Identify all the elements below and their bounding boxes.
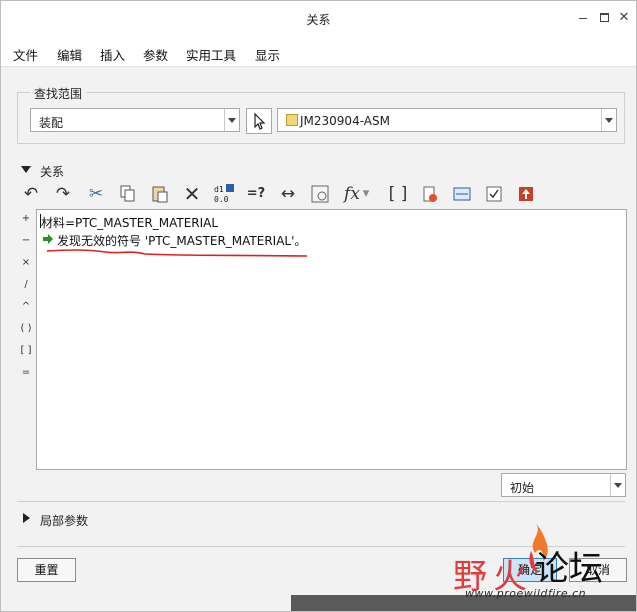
expand-triangle-icon	[23, 513, 30, 523]
units-icon	[453, 187, 471, 201]
reset-button[interactable]: 重置	[17, 558, 76, 582]
chevron-down-icon: ▾	[362, 186, 370, 201]
maximize-icon	[600, 13, 609, 22]
svg-text:d1: d1	[214, 185, 224, 194]
maximize-button[interactable]	[597, 10, 613, 26]
menu-file[interactable]: 文件	[13, 45, 38, 64]
relations-editor[interactable]: 材料=PTC_MASTER_MATERIAL 发现无效的符号 'PTC_MAST…	[36, 209, 627, 470]
watermark-char-1: 野	[453, 557, 487, 597]
chevron-down-icon	[224, 109, 239, 131]
operator-parentheses[interactable]: ( )	[17, 323, 35, 334]
svg-text:0.0: 0.0	[214, 195, 229, 204]
status-select[interactable]: 初始	[501, 473, 626, 497]
red-annotation-underline	[46, 249, 308, 257]
assembly-icon	[286, 114, 298, 126]
menu-utilities[interactable]: 实用工具	[186, 45, 236, 64]
cut-button[interactable]: ✂	[84, 181, 108, 207]
operator-power[interactable]: ^	[17, 301, 35, 312]
undo-button[interactable]: ↶	[19, 181, 43, 207]
redo-button[interactable]: ↷	[51, 181, 75, 207]
section-divider	[17, 501, 625, 502]
background-strip	[291, 595, 636, 611]
cancel-button[interactable]: 取消	[569, 558, 627, 582]
scope-select-value: 装配	[39, 116, 64, 130]
sort-icon: d10.0	[214, 184, 234, 204]
cut-icon: ✂	[88, 184, 104, 204]
title-bar[interactable]: 关系 ✕	[1, 1, 636, 37]
local-params-label: 局部参数	[40, 514, 89, 528]
measure-icon: ↔	[280, 184, 296, 204]
paste-button[interactable]	[148, 181, 172, 207]
menu-bar: 文件 编辑 插入 参数 实用工具 显示	[1, 37, 636, 67]
collapse-triangle-icon	[21, 166, 31, 173]
close-icon: ✕	[618, 10, 630, 25]
verify-icon	[423, 186, 437, 202]
window-title: 关系	[306, 13, 331, 27]
select-model-button[interactable]	[246, 108, 272, 134]
minimize-icon	[579, 18, 587, 19]
relations-section-label: 关系	[40, 165, 65, 179]
measure-button[interactable]: ↔	[276, 181, 300, 207]
status-select-value: 初始	[510, 481, 535, 495]
relation-line: 材料=PTC_MASTER_MATERIAL	[41, 216, 219, 230]
minimize-button[interactable]	[575, 10, 591, 26]
operator-plus[interactable]: +	[17, 213, 35, 224]
display-icon	[311, 185, 329, 203]
close-button[interactable]: ✕	[616, 10, 632, 26]
menu-insert[interactable]: 插入	[100, 45, 125, 64]
chevron-down-icon	[610, 474, 625, 496]
model-select-value: JM230904-ASM	[300, 114, 390, 128]
verify-button[interactable]	[418, 181, 442, 207]
copy-icon	[120, 185, 135, 202]
delete-button[interactable]: ✕	[180, 181, 204, 207]
menu-parameters[interactable]: 参数	[143, 45, 168, 64]
ok-button[interactable]: 确定	[503, 558, 557, 582]
display-button[interactable]	[308, 181, 332, 207]
parameter-button[interactable]: [ ]	[386, 181, 410, 207]
operator-equals[interactable]: =	[17, 367, 35, 378]
evaluate-button[interactable]: =?	[244, 181, 268, 207]
operator-multiply[interactable]: ×	[17, 257, 35, 268]
evaluate-icon: =?	[246, 186, 266, 201]
copy-button[interactable]	[116, 181, 140, 207]
paste-icon	[152, 186, 168, 203]
relations-dialog: 关系 ✕ 文件 编辑 插入 参数 实用工具 显示 查找范围 装配 JM23090…	[0, 0, 637, 612]
sort-up-button[interactable]	[514, 181, 538, 207]
menu-show[interactable]: 显示	[255, 45, 280, 64]
cursor-arrow-icon	[254, 112, 266, 130]
redo-icon: ↷	[55, 184, 71, 204]
error-arrow-icon	[43, 234, 53, 244]
model-select[interactable]: JM230904-ASM	[277, 108, 617, 132]
check-icon	[486, 186, 502, 202]
menu-edit[interactable]: 编辑	[57, 45, 82, 64]
footer-divider	[17, 546, 625, 547]
sort-button[interactable]: d1 0.0	[212, 181, 236, 207]
relations-toolbar: ↶ ↷ ✂ ✕ d1 0.0 =? ↔ fx ▾ [ ]	[17, 181, 557, 207]
scope-select[interactable]: 装配	[30, 108, 240, 132]
sort-up-icon	[519, 187, 533, 201]
operator-brackets[interactable]: [ ]	[17, 345, 35, 356]
find-scope-legend: 查找范围	[30, 85, 87, 102]
units-button[interactable]	[450, 181, 474, 207]
chevron-down-icon	[601, 109, 616, 131]
undo-icon: ↶	[23, 184, 39, 204]
function-icon: fx	[344, 184, 360, 204]
function-dropdown[interactable]: ▾	[360, 181, 372, 207]
check-button[interactable]	[482, 181, 506, 207]
operator-divide[interactable]: /	[17, 279, 35, 290]
parameter-icon: [ ]	[388, 184, 408, 204]
operator-minus[interactable]: −	[17, 235, 35, 246]
delete-icon: ✕	[183, 182, 201, 206]
